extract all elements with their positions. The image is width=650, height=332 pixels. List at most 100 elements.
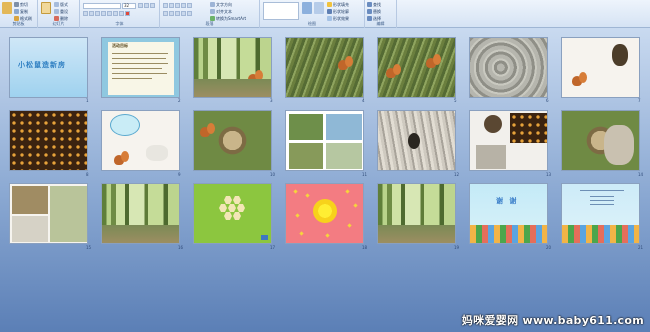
find-button[interactable]: 查找 xyxy=(367,1,381,8)
copy-icon xyxy=(14,9,19,14)
slide-12[interactable] xyxy=(377,110,456,171)
photo-bird xyxy=(12,216,48,242)
copy-button[interactable]: 复制 xyxy=(14,8,28,15)
drawing-group: 形状填充 形状轮廓 形状效果 绘图 xyxy=(260,0,365,28)
bullets-button[interactable] xyxy=(163,3,168,8)
slide-4[interactable] xyxy=(285,37,364,98)
layout-button[interactable]: 版式 xyxy=(54,1,68,8)
site-watermark: 妈咪爱婴网 www.baby611.com xyxy=(461,314,644,327)
align-center-button[interactable] xyxy=(169,11,174,16)
slide-number-11: 11 xyxy=(362,172,368,177)
slide-5[interactable] xyxy=(377,37,456,98)
star xyxy=(299,231,304,236)
align-right-button[interactable] xyxy=(175,11,180,16)
slide-14[interactable] xyxy=(561,110,640,171)
shapes-gallery[interactable] xyxy=(263,2,299,20)
slide-21[interactable] xyxy=(561,183,640,244)
columns-button[interactable] xyxy=(187,11,192,16)
scissors-icon xyxy=(14,2,19,7)
hex-cell xyxy=(233,212,241,220)
slide-18[interactable] xyxy=(285,183,364,244)
tree-hollow-image xyxy=(604,125,634,165)
slide-11[interactable] xyxy=(285,110,364,171)
slide-number-18: 18 xyxy=(362,245,368,250)
slide-9[interactable] xyxy=(101,110,180,171)
grow-font-button[interactable] xyxy=(138,3,143,8)
italic-button[interactable] xyxy=(89,11,94,16)
align-text-icon xyxy=(210,9,215,14)
slide-number-2: 2 xyxy=(178,98,181,103)
font-group: 32 字体 xyxy=(80,0,160,28)
star xyxy=(293,189,298,194)
text-direction-icon xyxy=(210,2,215,7)
slide-15[interactable] xyxy=(9,183,88,244)
clipboard-label: 剪贴板 xyxy=(12,21,25,26)
font-color-button[interactable] xyxy=(125,11,130,16)
paste-button[interactable] xyxy=(2,2,12,14)
increase-indent-button[interactable] xyxy=(181,3,186,8)
slide-17[interactable] xyxy=(193,183,272,244)
text-line xyxy=(112,68,162,69)
thanks-title: 谢 谢 xyxy=(496,197,519,205)
strikethrough-button[interactable] xyxy=(101,11,106,16)
paragraph-label: 段落 xyxy=(205,21,214,26)
reset-icon xyxy=(54,9,59,14)
font-name-field[interactable] xyxy=(83,3,121,9)
reset-button[interactable]: 重设 xyxy=(54,8,68,15)
photo-bird xyxy=(289,114,323,140)
spacing-button[interactable] xyxy=(113,11,118,16)
text-line xyxy=(112,53,168,54)
slide-1-title: 小松鼠造新房 xyxy=(18,61,66,69)
hex-cell xyxy=(228,204,236,212)
slide-7[interactable] xyxy=(561,37,640,98)
decrease-indent-button[interactable] xyxy=(175,3,180,8)
slide-1[interactable]: 小松鼠造新房 xyxy=(9,37,88,98)
slide-2[interactable]: 活动目标 xyxy=(101,37,180,98)
photo-bird-nest xyxy=(12,186,48,214)
quick-styles-button[interactable] xyxy=(314,2,324,14)
slide-number-17: 17 xyxy=(270,245,276,250)
line-spacing-button[interactable] xyxy=(187,3,192,8)
text-direction-button[interactable]: 文字方向 xyxy=(210,1,232,8)
underline-button[interactable] xyxy=(95,11,100,16)
bold-button[interactable] xyxy=(83,11,88,16)
star xyxy=(353,203,358,208)
justify-button[interactable] xyxy=(181,11,186,16)
align-left-button[interactable] xyxy=(163,11,168,16)
slide-16[interactable] xyxy=(101,183,180,244)
slide-13[interactable] xyxy=(469,110,548,171)
arrange-button[interactable] xyxy=(302,2,312,14)
replace-icon xyxy=(367,9,372,14)
editing-label: 编辑 xyxy=(376,21,385,26)
slide-19[interactable] xyxy=(377,183,456,244)
slide-6[interactable] xyxy=(469,37,548,98)
shrink-font-button[interactable] xyxy=(144,3,149,8)
hanging-nest-image xyxy=(612,44,628,66)
text-line xyxy=(112,73,167,74)
cut-button[interactable]: 剪切 xyxy=(14,1,28,8)
slide-number-16: 16 xyxy=(178,245,184,250)
fill-icon xyxy=(327,2,332,7)
hex-cell xyxy=(233,196,241,204)
shape-outline-button[interactable]: 形状轮廓 xyxy=(327,8,349,15)
shadow-button[interactable] xyxy=(107,11,112,16)
tree-hole-image xyxy=(408,133,420,149)
hex-cell xyxy=(224,212,232,220)
align-text-button[interactable]: 对齐文本 xyxy=(210,8,232,15)
text-line xyxy=(112,58,166,59)
slide-number-10: 10 xyxy=(270,172,276,177)
slide-20[interactable]: 谢 谢 xyxy=(469,183,548,244)
hex-cell xyxy=(237,204,245,212)
case-button[interactable] xyxy=(119,11,124,16)
slide-3[interactable] xyxy=(193,37,272,98)
replace-button[interactable]: 替换 xyxy=(367,8,381,15)
slide-8[interactable] xyxy=(9,110,88,171)
slide-10[interactable] xyxy=(193,110,272,171)
new-slide-button[interactable] xyxy=(41,2,51,14)
shape-fill-button[interactable]: 形状填充 xyxy=(327,1,349,8)
font-size-field[interactable]: 32 xyxy=(122,3,136,9)
numbering-button[interactable] xyxy=(169,3,174,8)
clear-format-button[interactable] xyxy=(150,3,155,8)
star xyxy=(345,189,350,194)
play-button[interactable] xyxy=(261,235,268,240)
